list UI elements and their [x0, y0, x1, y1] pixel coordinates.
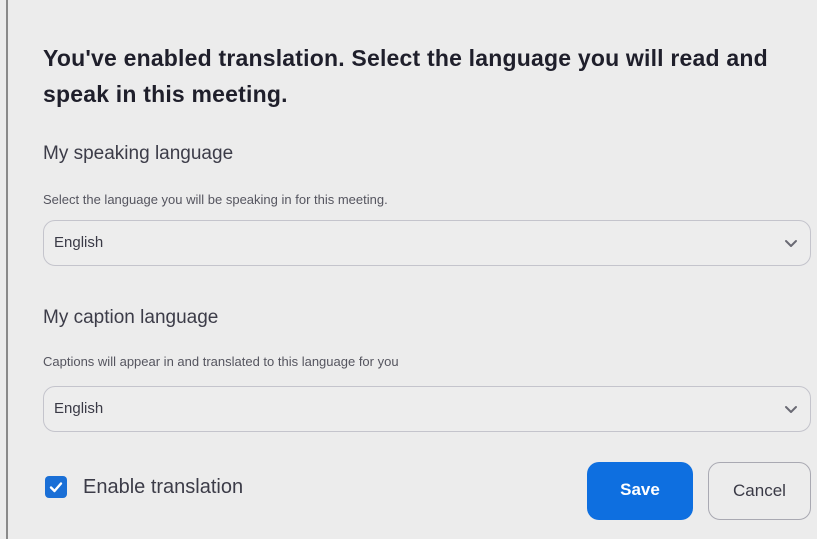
chevron-down-icon: [784, 236, 798, 250]
chevron-down-icon: [784, 402, 798, 416]
caption-language-select[interactable]: English: [43, 386, 811, 432]
translation-dialog: You've enabled translation. Select the l…: [8, 0, 817, 539]
caption-language-label: My caption language: [43, 307, 219, 328]
caption-language-description: Captions will appear in and translated t…: [43, 354, 399, 369]
speaking-language-description: Select the language you will be speaking…: [43, 192, 388, 207]
save-button[interactable]: Save: [587, 462, 693, 520]
speaking-language-select[interactable]: English: [43, 220, 811, 266]
speaking-language-value: English: [54, 234, 104, 251]
speaking-language-label: My speaking language: [43, 143, 234, 164]
caption-language-value: English: [54, 400, 104, 417]
checkmark-icon: [49, 482, 63, 493]
enable-translation-checkbox[interactable]: [45, 476, 67, 498]
dialog-title: You've enabled translation. Select the l…: [43, 45, 768, 107]
translation-dialog-window: You've enabled translation. Select the l…: [0, 0, 817, 539]
cancel-button[interactable]: Cancel: [708, 462, 811, 520]
enable-translation-label[interactable]: Enable translation: [83, 476, 243, 499]
